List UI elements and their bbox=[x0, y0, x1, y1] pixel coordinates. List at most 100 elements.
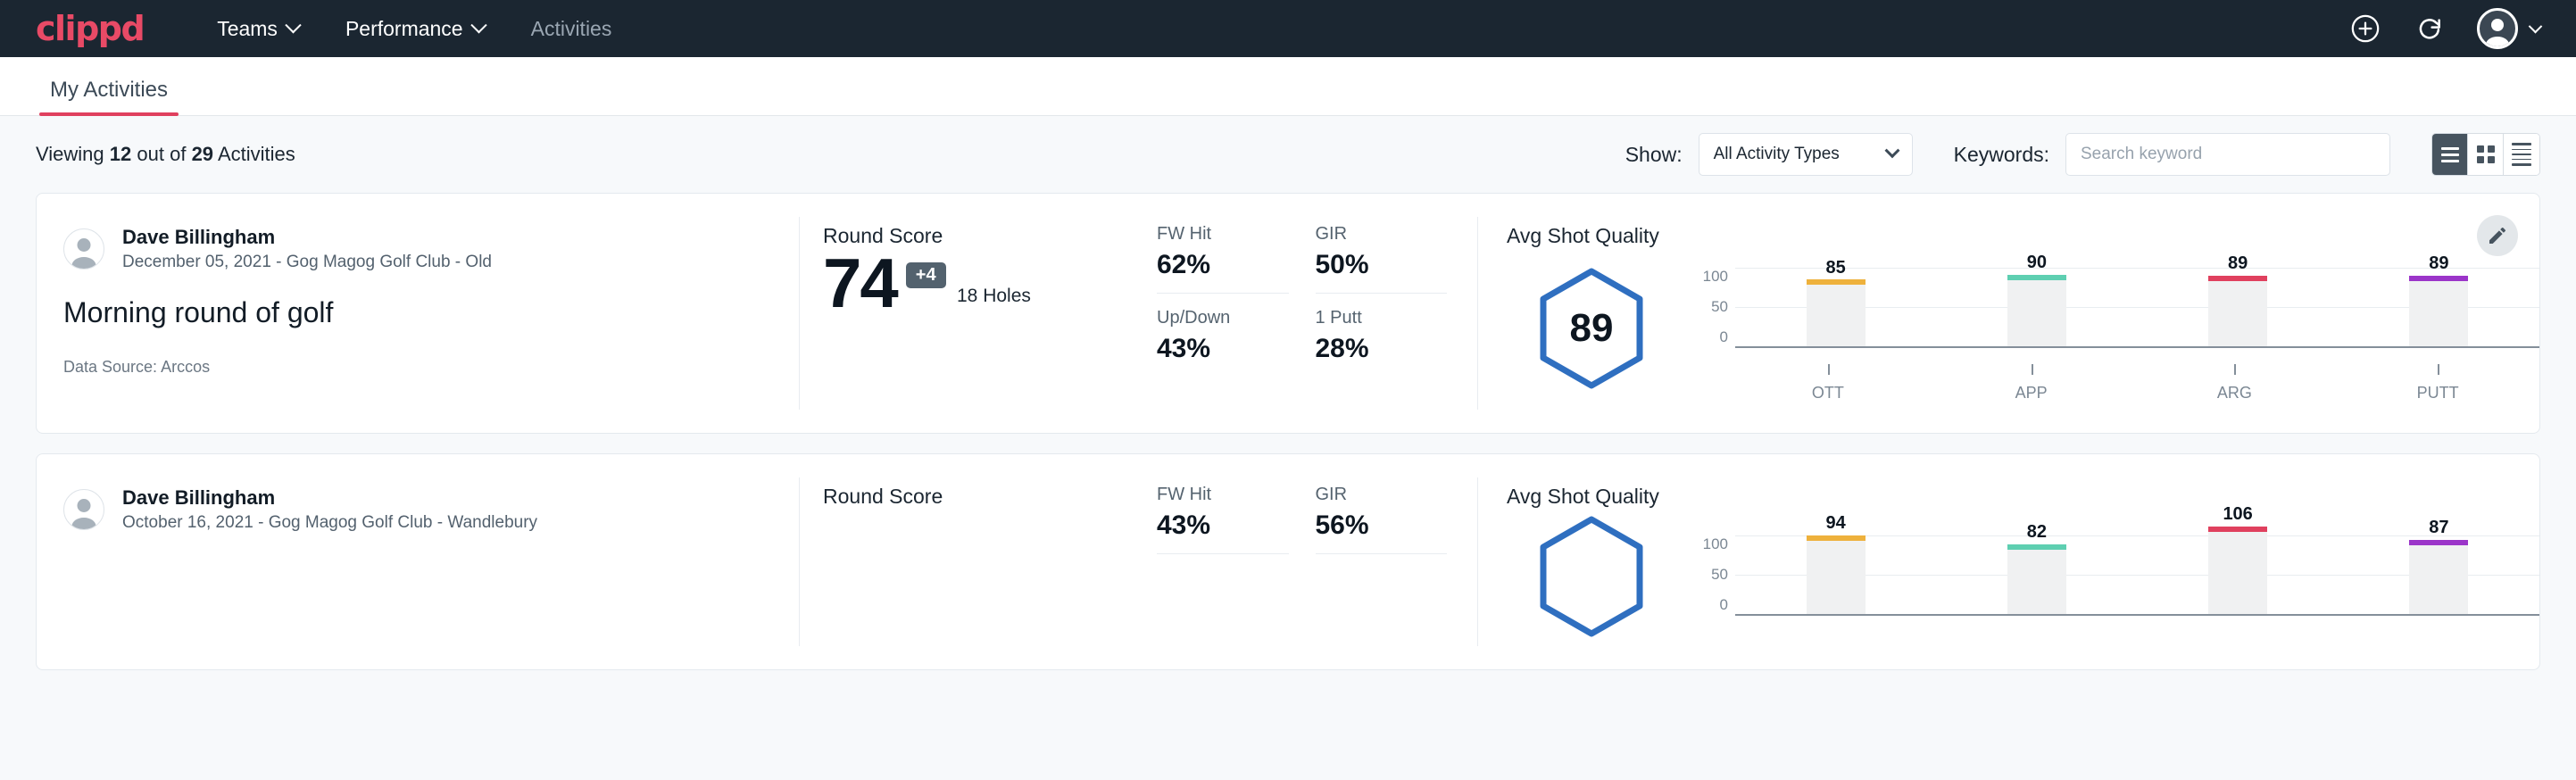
bar-ott-value: 94 bbox=[1826, 513, 1846, 534]
bar-ott-rect bbox=[1807, 535, 1866, 614]
activity-meta: October 16, 2021 - Gog Magog Golf Club -… bbox=[122, 511, 537, 535]
tab-my-activities[interactable]: My Activities bbox=[39, 78, 179, 115]
tab-my-activities-label: My Activities bbox=[50, 78, 168, 102]
chevron-down-icon bbox=[2529, 19, 2543, 33]
nav-item-teams-label: Teams bbox=[217, 17, 278, 41]
top-navigation-bar: clippd Teams Performance Activities bbox=[0, 0, 2576, 57]
avg-shot-quality-label: Avg Shot Quality bbox=[1507, 224, 2539, 248]
filter-bar: Viewing 12 out of 29 Activities Show: Al… bbox=[0, 116, 2576, 193]
holes-played: 18 Holes bbox=[957, 286, 1031, 306]
avg-shot-quality-row: 100 50 0 94 bbox=[1507, 514, 2539, 639]
chart-x-axis: OTT APP ARG PUTT bbox=[1726, 364, 2539, 402]
bar-arg-rect bbox=[2208, 527, 2267, 614]
gridline-0 bbox=[1735, 614, 2539, 616]
bar-ott-value: 85 bbox=[1826, 258, 1846, 278]
bar-putt-rect bbox=[2409, 540, 2468, 614]
stat-one-putt: 1 Putt 28% bbox=[1316, 308, 1448, 364]
activity-data-source: Data Source: Arccos bbox=[63, 358, 772, 377]
nav-actions bbox=[2348, 8, 2540, 49]
stat-one-putt-label: 1 Putt bbox=[1316, 308, 1448, 328]
stat-up-down-value: 43% bbox=[1157, 334, 1289, 364]
chart-y-axis: 100 50 0 bbox=[1685, 268, 1728, 346]
stat-fw-hit: FW Hit 43% bbox=[1157, 485, 1289, 554]
nav-item-performance-label: Performance bbox=[345, 17, 463, 41]
list-view-button[interactable] bbox=[2432, 134, 2468, 175]
filter-controls: Show: All Activity Types Keywords: bbox=[1625, 133, 2540, 176]
viewing-suffix: Activities bbox=[218, 143, 295, 165]
grid-view-button[interactable] bbox=[2468, 134, 2504, 175]
account-menu-button[interactable] bbox=[2477, 8, 2540, 49]
bar-app-value: 82 bbox=[2027, 522, 2047, 543]
y-tick-50: 50 bbox=[1711, 298, 1728, 316]
nav-item-activities[interactable]: Activities bbox=[531, 17, 612, 41]
y-tick-100: 100 bbox=[1703, 268, 1728, 286]
refresh-button[interactable] bbox=[2413, 12, 2447, 46]
list-view-icon bbox=[2441, 147, 2459, 162]
chart-bars: 85 90 bbox=[1735, 268, 2539, 346]
x-label-arg: ARG bbox=[2133, 364, 2337, 402]
stat-gir: GIR 56% bbox=[1316, 485, 1448, 554]
avg-shot-quality-block: Avg Shot Quality 100 50 bbox=[1478, 477, 2539, 646]
stat-fw-hit-value: 43% bbox=[1157, 510, 1289, 541]
viewing-count-text: Viewing 12 out of 29 Activities bbox=[36, 143, 295, 166]
chart-y-axis: 100 50 0 bbox=[1685, 535, 1728, 614]
show-label: Show: bbox=[1625, 143, 1683, 167]
search-input[interactable] bbox=[2065, 133, 2390, 176]
bar-putt-value: 87 bbox=[2429, 518, 2448, 538]
bar-putt-cap bbox=[2409, 276, 2468, 281]
bar-arg-value: 89 bbox=[2228, 253, 2248, 274]
nav-item-performance[interactable]: Performance bbox=[345, 17, 485, 41]
edit-activity-button[interactable] bbox=[2477, 215, 2518, 256]
stat-gir-value: 50% bbox=[1316, 250, 1448, 280]
quality-chart: 100 50 0 94 bbox=[1676, 521, 2539, 632]
viewing-middle: out of bbox=[137, 143, 186, 165]
nav-item-activities-label: Activities bbox=[531, 17, 612, 41]
activity-meta: December 05, 2021 - Gog Magog Golf Club … bbox=[122, 251, 492, 274]
stat-up-down: Up/Down 43% bbox=[1157, 308, 1289, 364]
bar-app: 90 bbox=[1936, 268, 2137, 346]
hexagon-icon bbox=[1535, 514, 1648, 639]
activity-type-select[interactable]: All Activity Types bbox=[1699, 133, 1913, 176]
bar-arg-rect bbox=[2208, 276, 2267, 346]
activity-user-row: Dave Billingham December 05, 2021 - Gog … bbox=[63, 224, 772, 273]
y-tick-100: 100 bbox=[1703, 535, 1728, 553]
bar-app-rect bbox=[2007, 275, 2066, 346]
quality-hexagon bbox=[1535, 514, 1648, 639]
bar-putt: 89 bbox=[2339, 268, 2539, 346]
quality-hexagon-wrap bbox=[1507, 514, 1676, 639]
quality-chart: 100 50 0 85 bbox=[1676, 253, 2539, 402]
avg-shot-quality-block: Avg Shot Quality 89 100 50 bbox=[1478, 217, 2539, 410]
activity-user-name: Dave Billingham bbox=[122, 485, 537, 511]
bar-arg: 106 bbox=[2138, 521, 2339, 614]
score-to-par-badge: +4 bbox=[906, 262, 946, 288]
nav-item-teams[interactable]: Teams bbox=[217, 17, 299, 41]
stat-gir-label: GIR bbox=[1316, 224, 1448, 245]
bar-app-value: 90 bbox=[2027, 253, 2047, 273]
activity-card[interactable]: Dave Billingham December 05, 2021 - Gog … bbox=[36, 193, 2540, 434]
stat-fw-hit: FW Hit 62% bbox=[1157, 224, 1289, 294]
stat-up-down-label: Up/Down bbox=[1157, 308, 1289, 328]
grid-view-icon bbox=[2477, 145, 2495, 163]
bar-putt-cap bbox=[2409, 540, 2468, 545]
clippd-logo[interactable]: clippd bbox=[36, 12, 144, 46]
y-tick-0: 0 bbox=[1720, 596, 1728, 614]
activity-summary: Dave Billingham October 16, 2021 - Gog M… bbox=[37, 477, 800, 646]
bar-app-rect bbox=[2007, 544, 2066, 614]
compact-view-button[interactable] bbox=[2504, 134, 2539, 175]
quality-hexagon-wrap: 89 bbox=[1507, 266, 1676, 391]
viewing-count: 12 bbox=[110, 143, 131, 165]
round-score-label: Round Score bbox=[823, 485, 1134, 509]
activity-summary: Dave Billingham December 05, 2021 - Gog … bbox=[37, 217, 800, 410]
quality-bar-chart: 100 50 0 85 bbox=[1685, 253, 2539, 364]
round-score-value: 74 bbox=[823, 250, 897, 316]
avatar bbox=[63, 489, 104, 530]
chevron-down-icon bbox=[1884, 143, 1899, 158]
chart-plot-area: 94 82 bbox=[1735, 521, 2539, 632]
activity-list[interactable]: Dave Billingham December 05, 2021 - Gog … bbox=[0, 193, 2576, 780]
activity-user-row: Dave Billingham October 16, 2021 - Gog M… bbox=[63, 485, 772, 534]
activity-card[interactable]: Dave Billingham October 16, 2021 - Gog M… bbox=[36, 453, 2540, 670]
add-button[interactable] bbox=[2348, 12, 2382, 46]
x-label-putt: PUTT bbox=[2336, 364, 2539, 402]
avg-shot-quality-label: Avg Shot Quality bbox=[1507, 485, 2539, 509]
bar-app: 82 bbox=[1936, 521, 2137, 614]
